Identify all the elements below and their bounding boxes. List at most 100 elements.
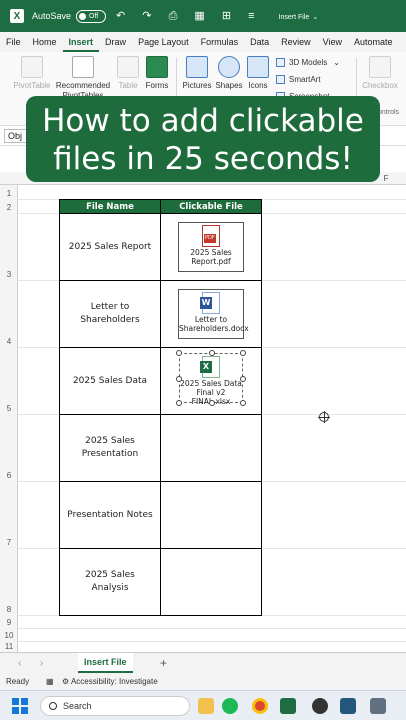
chevron-down-icon: ⌄ xyxy=(312,14,319,21)
table-header-row: File Name Clickable File xyxy=(59,199,262,214)
excel-logo-icon: X xyxy=(10,9,24,23)
tab-home[interactable]: Home xyxy=(27,32,63,52)
title-overlay-banner: How to add clickable files in 25 seconds… xyxy=(26,96,380,182)
clickable-file-cell[interactable]: Letter to Shareholders.docx xyxy=(160,280,262,348)
header-file-name[interactable]: File Name xyxy=(59,199,161,214)
pictures-button[interactable]: Pictures xyxy=(181,56,213,91)
file-name-cell[interactable]: 2025 Sales Presentation xyxy=(59,414,161,482)
file-table: File Name Clickable File 2025 Sales Repo… xyxy=(59,199,262,616)
row-header-7[interactable]: 7 xyxy=(0,481,18,548)
gridline xyxy=(18,628,406,629)
select-all-corner[interactable] xyxy=(0,172,18,185)
smartart-icon xyxy=(276,75,285,84)
macro-recording-icon[interactable]: ▦ xyxy=(46,674,54,690)
row-header-8[interactable]: 8 xyxy=(0,548,18,615)
row-header-1[interactable]: 1 xyxy=(0,185,18,199)
shapes-button[interactable]: Shapes xyxy=(214,56,244,91)
row-header-2[interactable]: 2 xyxy=(0,199,18,213)
excel-file-icon xyxy=(200,356,220,378)
embedded-file-label: Letter to Shareholders.docx xyxy=(179,315,249,333)
header-clickable-file[interactable]: Clickable File xyxy=(160,199,262,214)
row-header-5[interactable]: 5 xyxy=(0,347,18,414)
autosave-toggle[interactable]: Off xyxy=(76,9,107,23)
pictures-icon xyxy=(186,56,208,78)
file-name-cell[interactable]: Letter to Shareholders xyxy=(59,280,161,348)
resize-handle[interactable] xyxy=(209,400,215,406)
resize-handle[interactable] xyxy=(240,400,246,406)
row-header-10[interactable]: 10 xyxy=(0,628,18,641)
checkbox-button[interactable]: Checkbox xyxy=(360,56,400,91)
document-title[interactable]: Insert File ⌄ xyxy=(276,11,319,21)
status-bar: Ready ▦ ⚙ Accessibility: Investigate xyxy=(0,674,406,690)
clickable-file-cell[interactable]: 2025 Sales Report.pdf xyxy=(160,213,262,281)
table-row: 2025 Sales Report 2025 Sales Report.pdf xyxy=(59,213,262,281)
row-header-6[interactable]: 6 xyxy=(0,414,18,481)
clickable-file-cell[interactable] xyxy=(160,548,262,616)
resize-handle[interactable] xyxy=(240,350,246,356)
table-button[interactable]: Table xyxy=(114,56,142,91)
forms-icon xyxy=(146,56,168,78)
row-header-9[interactable]: 9 xyxy=(0,615,18,628)
spotify-icon[interactable] xyxy=(222,698,238,714)
accessibility-status[interactable]: ⚙ Accessibility: Investigate xyxy=(62,674,158,690)
recommended-pivottables-button[interactable]: Recommended PivotTables xyxy=(54,56,112,101)
3d-models-icon xyxy=(276,58,285,67)
pdf-file-icon xyxy=(202,225,220,247)
next-sheet-icon[interactable]: › xyxy=(40,658,43,669)
row-header-3[interactable]: 3 xyxy=(0,213,18,280)
file-name-cell[interactable]: 2025 Sales Report xyxy=(59,213,161,281)
clickable-file-cell[interactable]: 2025 Sales Data Final v2 FINAL.xlsx xyxy=(160,347,262,415)
tab-data[interactable]: Data xyxy=(244,32,275,52)
embedded-excel-file[interactable]: 2025 Sales Data Final v2 FINAL.xlsx xyxy=(176,350,246,406)
pivottable-button[interactable]: PivotTable xyxy=(10,56,54,91)
recommended-pivottables-icon xyxy=(72,56,94,78)
autosave-label: AutoSave xyxy=(32,11,72,21)
table-row: Presentation Notes xyxy=(59,481,262,549)
title-bar: X AutoSave Off ↶ ↷ ⎙ ▦ ⊞ ≡ Insert File ⌄ xyxy=(0,0,406,32)
resize-handle[interactable] xyxy=(176,400,182,406)
file-name-cell[interactable]: 2025 Sales Analysis xyxy=(59,548,161,616)
windows-start-icon[interactable] xyxy=(12,698,28,714)
resize-handle[interactable] xyxy=(176,376,182,382)
row-header-4[interactable]: 4 xyxy=(0,280,18,347)
gridline xyxy=(18,641,406,642)
app-icon[interactable] xyxy=(340,698,356,714)
accessibility-icon: ⚙ xyxy=(62,677,71,686)
recorder-icon[interactable] xyxy=(312,698,328,714)
clickable-file-cell[interactable] xyxy=(160,481,262,549)
add-sheet-icon[interactable]: + xyxy=(160,656,167,670)
windows-taskbar: Search xyxy=(0,690,406,720)
file-explorer-icon[interactable] xyxy=(198,698,214,714)
clickable-file-cell[interactable] xyxy=(160,414,262,482)
embedded-file-label: 2025 Sales Report.pdf xyxy=(190,248,232,266)
row-header-11[interactable]: 11 xyxy=(0,641,18,652)
resize-handle[interactable] xyxy=(240,376,246,382)
excel-taskbar-icon[interactable] xyxy=(280,698,296,714)
tab-automate[interactable]: Automate xyxy=(348,32,399,52)
tab-insert[interactable]: Insert xyxy=(62,32,100,52)
pivottable-icon xyxy=(21,56,43,78)
quick-access-toolbar[interactable]: ↶ ↷ ⎙ ▦ ⊞ ≡ xyxy=(116,9,262,23)
tab-draw[interactable]: Draw xyxy=(99,32,132,52)
resize-handle[interactable] xyxy=(209,350,215,356)
sheet-tab-bar: ‹ › Insert File + xyxy=(0,652,406,674)
chrome-icon[interactable] xyxy=(252,698,268,714)
3d-models-button[interactable]: 3D Models ⌄ xyxy=(276,58,340,67)
embedded-word-file[interactable]: Letter to Shareholders.docx xyxy=(178,289,249,339)
file-name-cell[interactable]: Presentation Notes xyxy=(59,481,161,549)
tab-formulas[interactable]: Formulas xyxy=(195,32,245,52)
tab-view[interactable]: View xyxy=(317,32,348,52)
smartart-button[interactable]: SmartArt xyxy=(276,75,321,84)
calculator-icon[interactable] xyxy=(370,698,386,714)
sheet-tab-insert-file[interactable]: Insert File xyxy=(78,653,133,673)
forms-button[interactable]: Forms xyxy=(143,56,171,91)
resize-handle[interactable] xyxy=(176,350,182,356)
tab-page-layout[interactable]: Page Layout xyxy=(132,32,195,52)
taskbar-search[interactable]: Search xyxy=(40,696,190,716)
tab-file[interactable]: File xyxy=(0,32,27,52)
tab-review[interactable]: Review xyxy=(275,32,317,52)
embedded-pdf-file[interactable]: 2025 Sales Report.pdf xyxy=(178,222,244,272)
icons-button[interactable]: Icons xyxy=(245,56,271,91)
file-name-cell[interactable]: 2025 Sales Data xyxy=(59,347,161,415)
previous-sheet-icon[interactable]: ‹ xyxy=(18,658,21,669)
